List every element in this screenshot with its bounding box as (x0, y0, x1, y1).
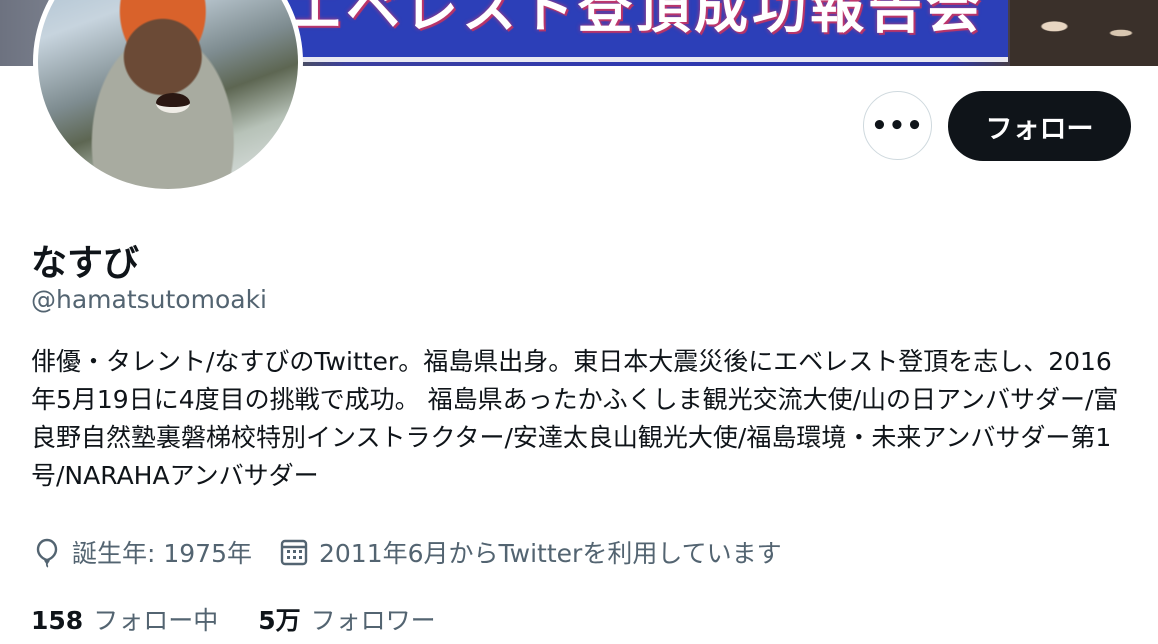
follow-button[interactable]: フォロー (948, 91, 1131, 161)
joined-date-item: 2011年6月からTwitterを利用しています (278, 534, 782, 570)
banner-people-image (1010, 0, 1158, 66)
birth-year-item: 誕生年: 1975年 (31, 534, 252, 570)
profile-handle: @hamatsutomoaki (31, 285, 267, 314)
follow-button-label: フォロー (985, 113, 1094, 145)
banner-sign-text: エベレスト登頂成功報告会 (288, 0, 984, 40)
avatar-face (156, 93, 190, 113)
banner-sign: エベレスト登頂成功報告会 (248, 0, 1008, 62)
profile-name: なすび (31, 243, 140, 284)
following-label: フォロー中 (93, 606, 219, 635)
follow-counts: 158 フォロー中 5万 フォロワー (31, 600, 476, 638)
birth-year-text: 誕生年: 1975年 (72, 539, 252, 568)
calendar-icon (280, 539, 308, 566)
joined-date-text: 2011年6月からTwitterを利用しています (319, 539, 782, 568)
followers-link[interactable]: 5万 フォロワー (258, 601, 435, 637)
more-icon: ••• (871, 110, 924, 141)
following-link[interactable]: 158 フォロー中 (31, 601, 218, 637)
avatar[interactable] (33, 0, 303, 194)
following-count: 158 (31, 606, 84, 635)
followers-count: 5万 (258, 606, 301, 635)
profile-bio: 俳優・タレント/なすびのTwitter。福島県出身。東日本大震災後にエベレスト登… (31, 347, 1119, 490)
more-options-button[interactable]: ••• (863, 91, 932, 160)
balloon-icon (36, 538, 58, 568)
profile-meta: 誕生年: 1975年 2011年6月からTwitterを利用しています (31, 533, 808, 571)
followers-label: フォロワー (310, 606, 436, 635)
